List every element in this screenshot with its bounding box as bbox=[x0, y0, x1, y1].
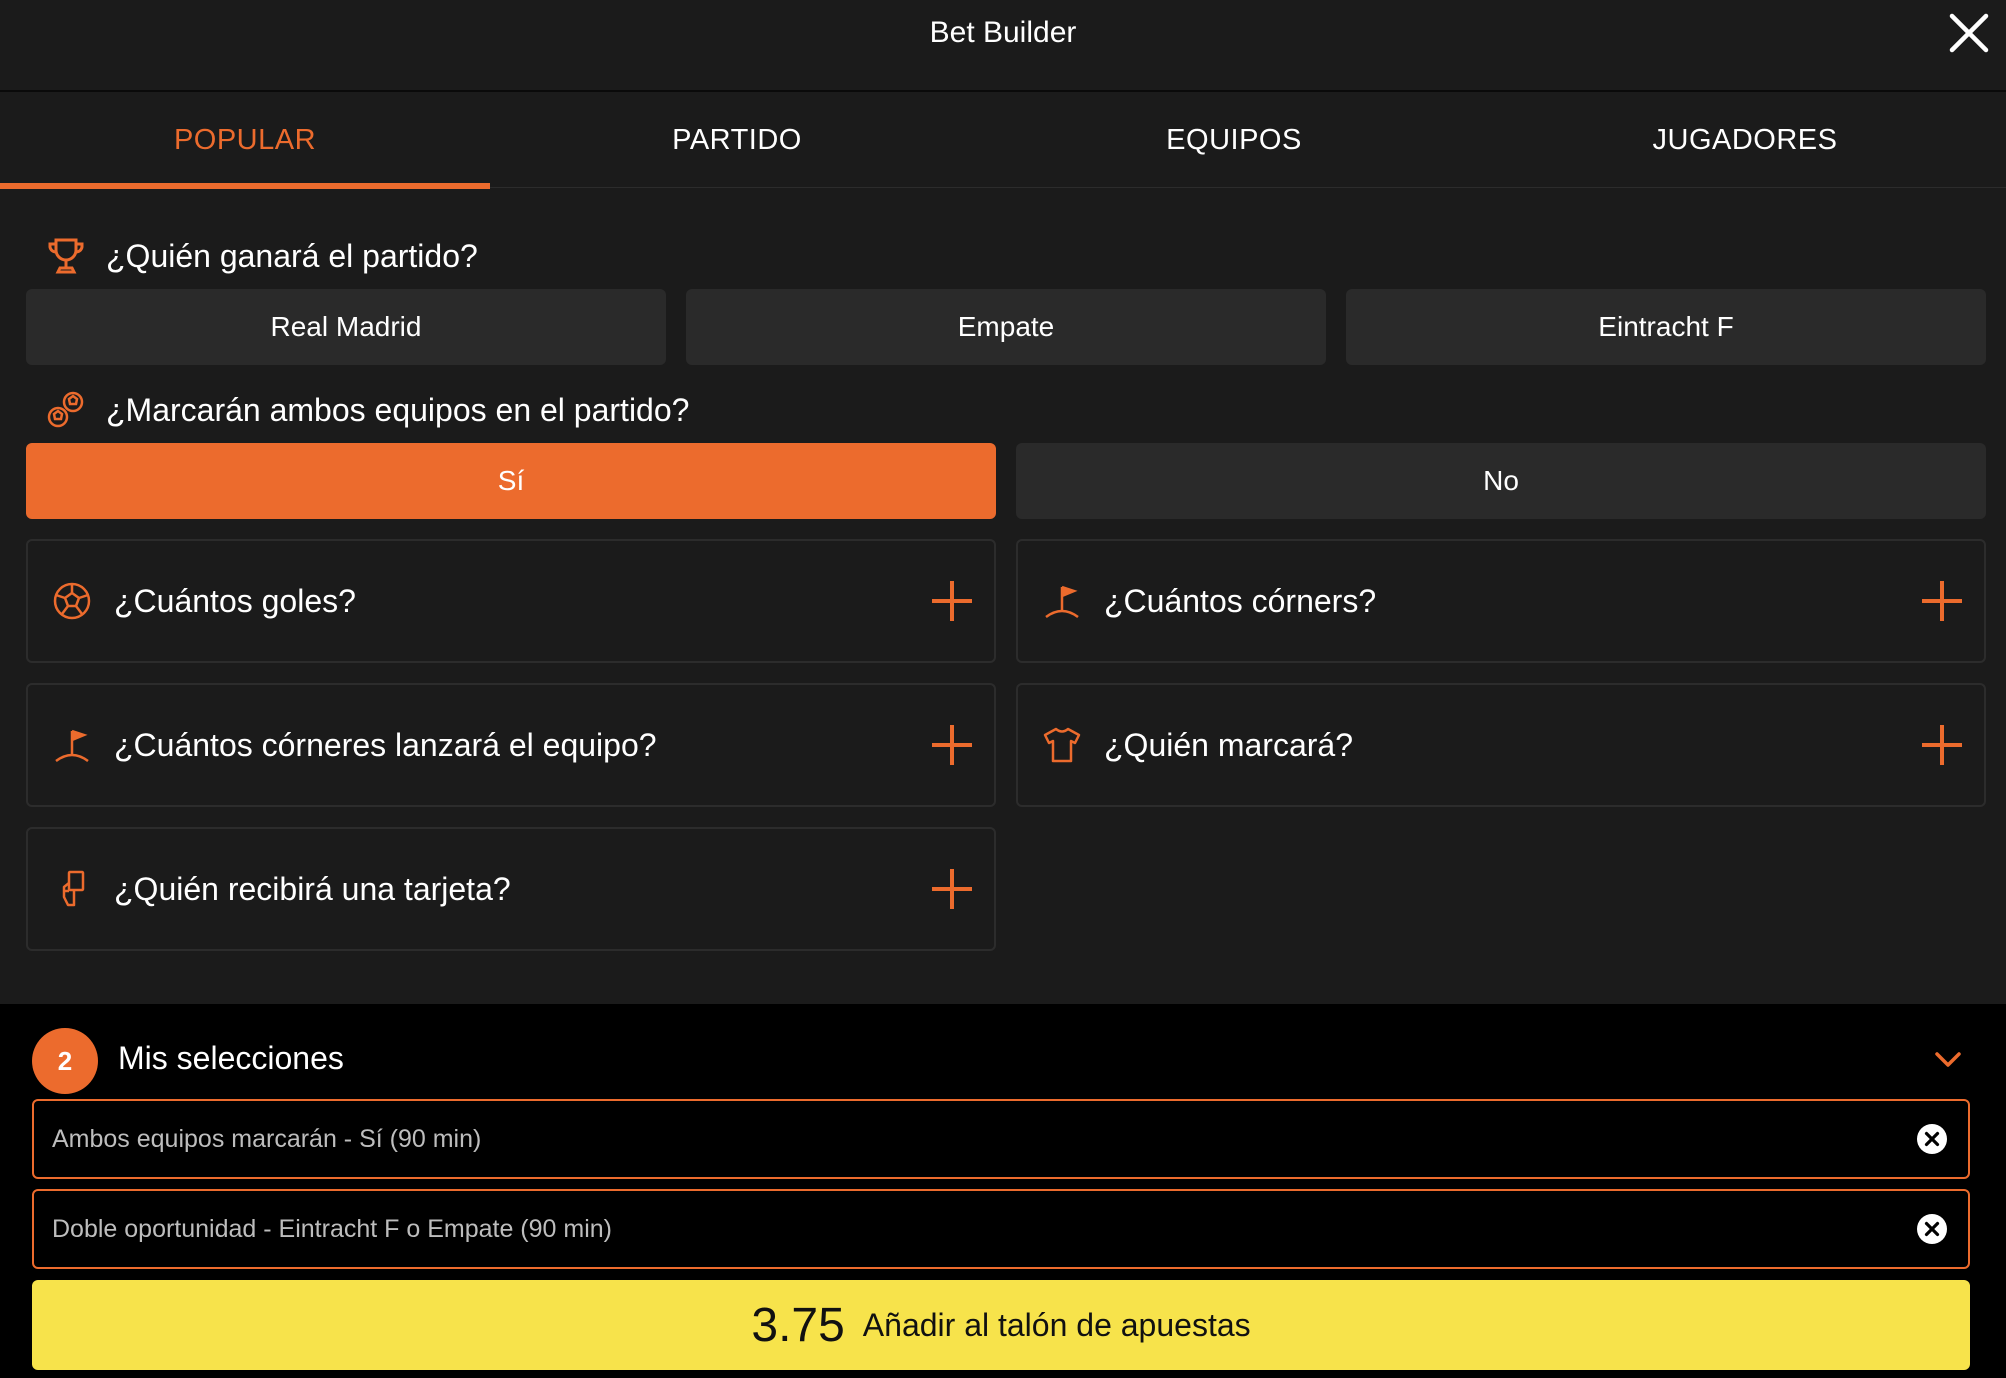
page-title: Bet Builder bbox=[929, 16, 1077, 49]
market-corners[interactable]: ¿Cuántos córners? bbox=[1016, 539, 1986, 663]
market-label: ¿Quién recibirá una tarjeta? bbox=[114, 870, 511, 907]
market-corneres-equipo[interactable]: ¿Cuántos córneres lanzará el equipo? bbox=[26, 683, 996, 807]
market-label: ¿Cuántos córners? bbox=[1104, 582, 1377, 619]
btts-question: ¿Marcarán ambos equipos en el partido? bbox=[44, 388, 689, 432]
market-label: ¿Cuántos córneres lanzará el equipo? bbox=[114, 726, 657, 763]
selections-title: Mis selecciones bbox=[118, 1040, 344, 1076]
selection-text: Doble oportunidad - Eintracht F o Empate… bbox=[52, 1214, 612, 1243]
plus-icon[interactable] bbox=[1922, 725, 1962, 765]
card-icon bbox=[50, 867, 94, 911]
add-to-betslip-button[interactable]: 3.75 Añadir al talón de apuestas bbox=[32, 1280, 1970, 1370]
selection-text: Ambos equipos marcarán - Sí (90 min) bbox=[52, 1124, 482, 1153]
btts-question-label: ¿Marcarán ambos equipos en el partido? bbox=[106, 391, 690, 428]
odds-value: 3.75 bbox=[751, 1298, 845, 1352]
option-no[interactable]: No bbox=[1016, 443, 1986, 519]
plus-icon[interactable] bbox=[932, 581, 972, 621]
plus-icon[interactable] bbox=[1922, 581, 1962, 621]
remove-selection-icon[interactable] bbox=[1916, 1213, 1948, 1245]
chevron-down-icon[interactable] bbox=[1930, 1042, 1966, 1078]
corner-flag-icon bbox=[50, 723, 94, 767]
tab-bar: POPULAR PARTIDO EQUIPOS JUGADORES bbox=[0, 92, 2006, 189]
header: Bet Builder bbox=[0, 0, 2006, 92]
add-to-betslip-label: Añadir al talón de apuestas bbox=[862, 1306, 1251, 1343]
market-tarjeta[interactable]: ¿Quién recibirá una tarjeta? bbox=[26, 827, 996, 951]
football-icon bbox=[50, 579, 94, 623]
market-label: ¿Quién marcará? bbox=[1104, 726, 1353, 763]
shirt-icon bbox=[1040, 723, 1084, 767]
selection-item: Ambos equipos marcarán - Sí (90 min) bbox=[32, 1099, 1970, 1179]
balls-icon bbox=[44, 388, 88, 432]
tab-partido[interactable]: PARTIDO bbox=[490, 92, 984, 188]
option-eintracht[interactable]: Eintracht F bbox=[1346, 289, 1986, 365]
market-quien-marcara[interactable]: ¿Quién marcará? bbox=[1016, 683, 1986, 807]
tab-jugadores[interactable]: JUGADORES bbox=[1484, 92, 2006, 188]
corner-flag-icon bbox=[1040, 579, 1084, 623]
tab-equipos[interactable]: EQUIPOS bbox=[984, 92, 1484, 188]
trophy-icon bbox=[44, 234, 88, 278]
winner-question-label: ¿Quién ganará el partido? bbox=[106, 237, 478, 274]
market-goles[interactable]: ¿Cuántos goles? bbox=[26, 539, 996, 663]
option-empate[interactable]: Empate bbox=[686, 289, 1326, 365]
option-si[interactable]: Sí bbox=[26, 443, 996, 519]
selection-item: Doble oportunidad - Eintracht F o Empate… bbox=[32, 1189, 1970, 1269]
close-icon[interactable] bbox=[1946, 10, 1992, 56]
tab-popular[interactable]: POPULAR bbox=[0, 92, 490, 189]
option-real-madrid[interactable]: Real Madrid bbox=[26, 289, 666, 365]
plus-icon[interactable] bbox=[932, 725, 972, 765]
selections-count-badge: 2 bbox=[32, 1028, 98, 1094]
market-label: ¿Cuántos goles? bbox=[114, 582, 356, 619]
plus-icon[interactable] bbox=[932, 869, 972, 909]
remove-selection-icon[interactable] bbox=[1916, 1123, 1948, 1155]
winner-question: ¿Quién ganará el partido? bbox=[44, 234, 478, 278]
